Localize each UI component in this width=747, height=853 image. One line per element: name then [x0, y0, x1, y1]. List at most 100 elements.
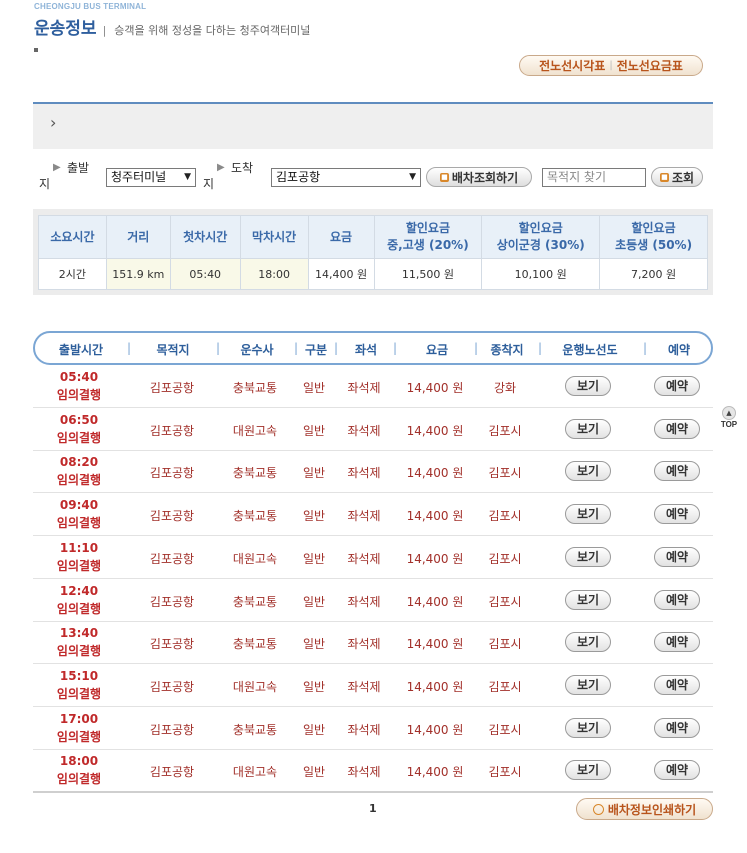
- cell-dest: 김포공항: [149, 679, 195, 694]
- all-routes-fare-button[interactable]: 전노선요금표: [613, 57, 687, 74]
- cell-type: 일반: [302, 423, 326, 438]
- departure-time: 06:50: [59, 412, 99, 427]
- reserve-button[interactable]: 예약: [654, 674, 700, 695]
- lookup-button[interactable]: ■ 조회: [651, 167, 703, 187]
- cell-terminal: 김포시: [488, 423, 522, 438]
- departure-note: 임의결행: [56, 772, 102, 787]
- chevron-down-icon: ▼: [184, 172, 191, 182]
- reserve-button[interactable]: 예약: [654, 589, 700, 610]
- summary-header-line: 소요시간: [50, 229, 95, 244]
- cell-seat: 좌석제: [347, 765, 381, 780]
- route-map-view-button[interactable]: 보기: [565, 461, 611, 482]
- column-header-4: 좌석: [354, 343, 378, 357]
- route-map-view-button[interactable]: 보기: [565, 674, 611, 695]
- column-divider: |: [642, 341, 648, 355]
- cell-fare: 14,400 원: [406, 466, 464, 481]
- route-map-view-button[interactable]: 보기: [565, 632, 611, 653]
- scroll-top-button[interactable]: ▲ TOP: [719, 406, 739, 429]
- print-icon: [592, 803, 604, 815]
- table-row: 05:40 임의결행 김포공항 충북교통 일반 좌석제 14,400 원 강화 보기 예약: [33, 365, 713, 408]
- departure-note: 임의결행: [56, 644, 102, 659]
- reserve-button[interactable]: 예약: [654, 717, 700, 738]
- route-map-view-button[interactable]: 보기: [565, 717, 611, 738]
- table-row: 15:10 임의결행 김포공항 대원고속 일반 좌석제 14,400 원 김포시 보기 예약: [33, 664, 713, 707]
- chevron-right-icon[interactable]: ›: [50, 113, 56, 132]
- cell-company: 충북교통: [232, 722, 278, 737]
- departure-time: 17:00: [59, 711, 99, 726]
- breadcrumb-bar: ›: [33, 104, 713, 149]
- summary-header-line: 초등생 (50%): [615, 238, 693, 252]
- summary-header-7: 할인요금초등생 (50%): [599, 215, 708, 259]
- reserve-button[interactable]: 예약: [654, 760, 700, 781]
- cell-fare: 14,400 원: [406, 381, 464, 395]
- summary-header-4: 요금: [307, 215, 375, 259]
- route-map-view-button[interactable]: 보기: [565, 760, 611, 781]
- summary-header-6: 할인요금 상이군경 (30%): [481, 215, 601, 259]
- summary-header-line: 할인요금: [518, 221, 563, 235]
- cell-fare: 14,400 원: [406, 423, 464, 438]
- departure-time: 13:40: [59, 626, 99, 641]
- column-header-5: 요금: [425, 343, 449, 357]
- cell-seat: 좌석제: [347, 423, 381, 438]
- arrival-label: 도착지: [203, 161, 254, 191]
- route-map-view-button[interactable]: 보기: [565, 504, 611, 525]
- title-separator: |: [102, 24, 107, 37]
- route-summary: 소요시간 거리 첫차시간 막차시간 요금 할인요금 중,고생 (20%) 할인요금 상이군경 (…: [33, 209, 713, 295]
- reserve-button[interactable]: 예약: [654, 418, 700, 439]
- column-header-1: 목적지: [156, 343, 190, 357]
- column-header-2: 운수사: [240, 343, 274, 357]
- departure-note: 임의결행: [56, 558, 102, 573]
- cell-type: 일반: [302, 722, 326, 737]
- summary-header-line: 할인요금: [631, 221, 676, 235]
- top-button-group: 전노선시각표 | 전노선요금표: [519, 55, 703, 76]
- pagination-page-1[interactable]: 1: [369, 802, 377, 815]
- dispatch-lookup-button[interactable]: ■ 배차조회하기: [426, 167, 532, 187]
- page-title: 운송정보: [34, 19, 97, 39]
- cell-type: 일반: [302, 466, 326, 481]
- departure-time: 18:00: [59, 754, 99, 769]
- cell-terminal: 강화: [493, 381, 517, 395]
- cell-fare: 14,400 원: [406, 679, 464, 694]
- summary-value-0: 2시간: [38, 258, 107, 290]
- cell-fare: 14,400 원: [406, 637, 464, 652]
- reserve-button[interactable]: 예약: [654, 376, 700, 396]
- summary-header-2: 첫차시간: [169, 215, 241, 259]
- reserve-button[interactable]: 예약: [654, 504, 700, 525]
- summary-header-line: 거리: [127, 229, 150, 244]
- summary-header-line: 요금: [329, 229, 353, 244]
- column-header-7: 운행노선도: [562, 343, 618, 357]
- summary-value-4: 14,400 원: [307, 258, 375, 290]
- page-subtitle: 승객을 위해 정성을 다하는 청주여객터미널: [114, 24, 311, 37]
- departure-select[interactable]: 청주터미널 ▼: [106, 168, 196, 187]
- column-divider: |: [392, 341, 398, 355]
- route-map-view-button[interactable]: 보기: [565, 418, 611, 439]
- page-header: 운송정보 | 승객을 위해 정성을 다하는 청주여객터미널: [34, 14, 310, 39]
- summary-value-3: 18:00: [239, 258, 309, 290]
- route-map-view-button[interactable]: 보기: [565, 589, 611, 610]
- cell-dest: 김포공항: [149, 722, 195, 737]
- all-routes-timetable-button[interactable]: 전노선시각표: [535, 57, 609, 74]
- route-map-view-button[interactable]: 보기: [565, 546, 611, 567]
- cell-fare: 14,400 원: [406, 509, 464, 524]
- reserve-button[interactable]: 예약: [654, 632, 700, 653]
- print-dispatch-button[interactable]: 배차정보인쇄하기: [576, 798, 713, 820]
- cell-dest: 김포공항: [149, 509, 195, 524]
- destination-search-input[interactable]: 목적지 찾기: [542, 168, 646, 187]
- cell-fare: 14,400 원: [406, 722, 464, 737]
- cell-dest: 김포공항: [149, 381, 195, 395]
- departure-note: 임의결행: [56, 686, 102, 701]
- reserve-button[interactable]: 예약: [654, 546, 700, 567]
- route-map-view-button[interactable]: 보기: [565, 376, 611, 396]
- cell-seat: 좌석제: [347, 679, 381, 694]
- cell-seat: 좌석제: [347, 509, 381, 524]
- cell-type: 일반: [302, 637, 326, 652]
- arrival-select[interactable]: 김포공항 ▼: [271, 168, 421, 187]
- departure-note: 임의결행: [56, 601, 102, 616]
- column-divider: |: [333, 341, 339, 355]
- cell-company: 대원고속: [232, 679, 278, 694]
- cell-terminal: 김포시: [488, 765, 522, 780]
- reserve-button[interactable]: 예약: [654, 461, 700, 482]
- summary-header-3: 막차시간: [239, 215, 309, 259]
- column-divider: |: [537, 341, 543, 355]
- cell-dest: 김포공항: [149, 551, 195, 566]
